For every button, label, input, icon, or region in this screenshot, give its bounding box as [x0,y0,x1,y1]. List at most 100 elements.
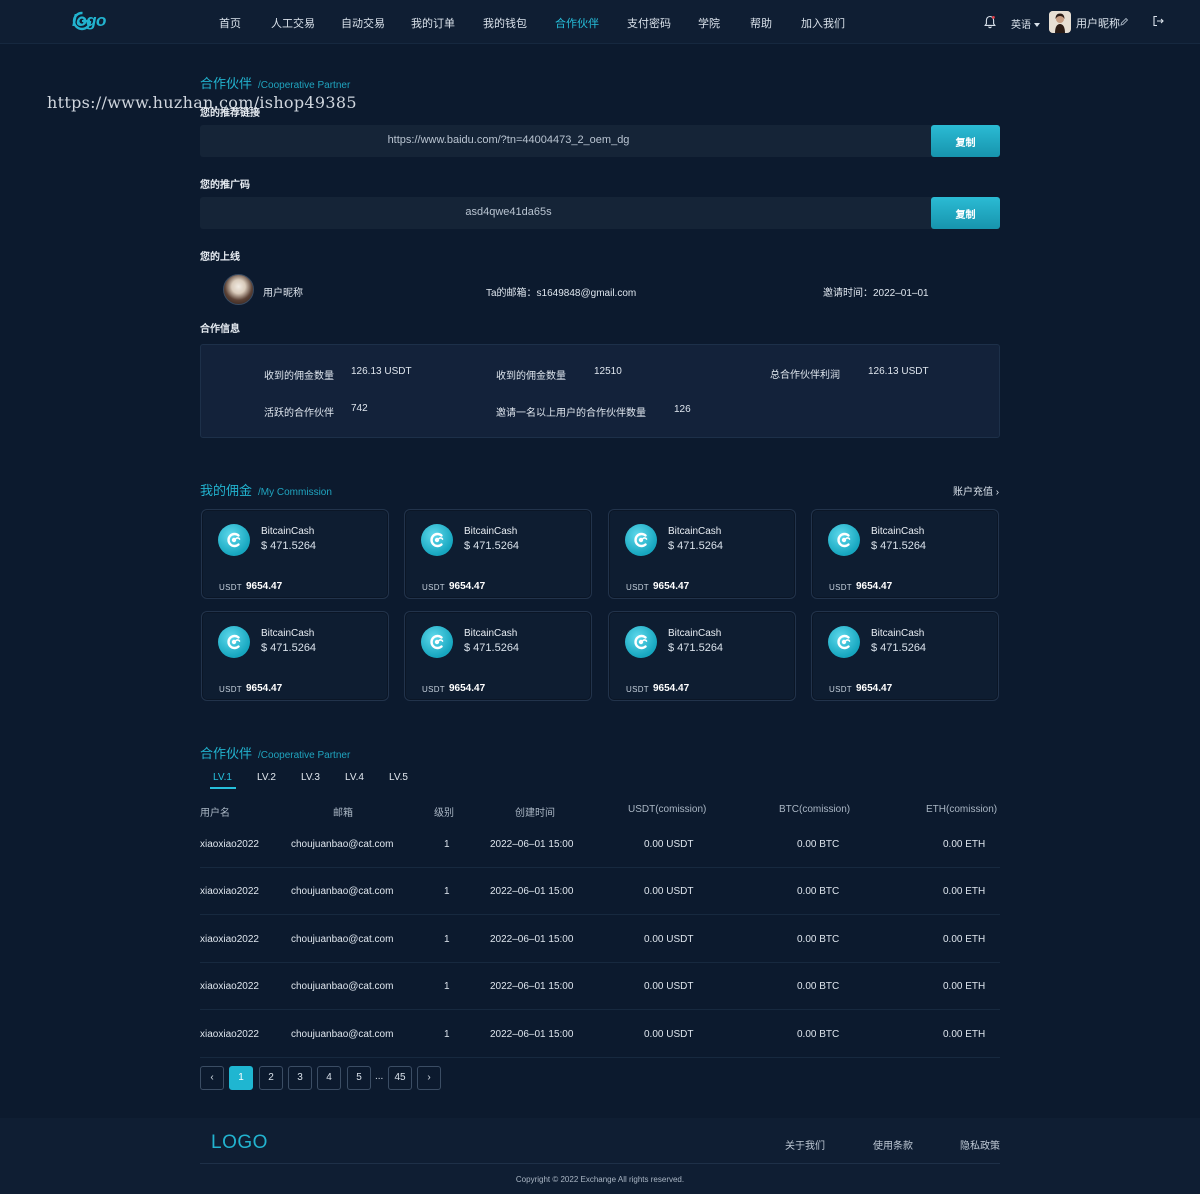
page-1-button[interactable]: 1 [229,1066,253,1090]
coin-name: BitcainCash [261,526,315,537]
site-logo[interactable]: logo [72,11,106,31]
cell-eth: 0.00 ETH [943,981,986,993]
nav-academy[interactable]: 学院 [698,15,720,31]
nav-manual-trade[interactable]: 人工交易 [271,15,315,31]
inviting-partners-value: 126 [674,404,691,415]
coin-price: $ 471.5264 [464,540,520,552]
cell-btc: 0.00 BTC [797,839,840,850]
commission-card[interactable]: BitcainCash $ 471.5264 USDT 9654.47 [201,509,389,599]
received-count-label: 收到的佣金数量 [496,371,566,382]
upline-name: 用户昵称 [263,288,303,299]
nav-join-us[interactable]: 加入我们 [801,15,845,31]
nav-partners[interactable]: 合作伙伴 [555,15,599,31]
nav-home[interactable]: 首页 [219,15,241,31]
tab-lv1[interactable]: LV.1 [213,772,232,783]
coin-amount: 9654.47 [653,581,690,592]
language-select[interactable]: 英语 [1011,16,1040,31]
footer-terms-link[interactable]: 使用条款 [873,1137,913,1152]
tab-lv2[interactable]: LV.2 [257,772,276,783]
received-commission-value: 126.13 USDT [351,366,412,377]
cell-created: 2022–06–01 15:00 [490,886,574,898]
commission-card[interactable]: BitcainCash $ 471.5264 USDT 9654.47 [201,611,389,701]
bitcoin-cash-icon [421,524,453,556]
coin-amount: 9654.47 [449,581,486,592]
cell-level: 1 [444,1028,450,1040]
prev-page-button[interactable]: ‹ [200,1066,224,1090]
footer-privacy-link[interactable]: 隐私政策 [960,1137,1000,1152]
tab-lv5[interactable]: LV.5 [389,772,408,783]
cell-email: choujuanbao@cat.com [291,1028,394,1040]
partner-info-label: 合作信息 [200,324,240,335]
coin-name: BitcainCash [464,526,518,537]
coin-price: $ 471.5264 [871,642,927,654]
commission-card[interactable]: BitcainCash $ 471.5264 USDT 9654.47 [811,509,999,599]
cell-level: 1 [444,981,450,993]
referral-link-value: https://www.baidu.com/?tn=44004473_2_oem… [387,134,630,146]
nav-help[interactable]: 帮助 [750,15,772,31]
copy-link-button[interactable]: 复制 [931,125,1000,157]
table-row: xiaoxiao2022 choujuanbao@cat.com 1 2022–06–… [200,1011,1000,1058]
table-row: xiaoxiao2022 choujuanbao@cat.com 1 2022–06–… [200,868,1000,916]
footer-about-link[interactable]: 关于我们 [785,1137,825,1152]
footer-logo[interactable]: LOGO [211,1132,268,1154]
tab-lv4[interactable]: LV.4 [345,772,364,783]
page-4-button[interactable]: 4 [317,1066,341,1090]
cell-btc: 0.00 BTC [797,1028,840,1040]
nav-pay-password[interactable]: 支付密码 [627,15,671,31]
nav-my-orders[interactable]: 我的订单 [411,15,455,31]
coin-unit: USDT [219,685,242,694]
upline-label: 您的上线 [200,252,240,263]
page-3-button[interactable]: 3 [288,1066,312,1090]
upline-invite-time: 邀请时间：2022–01–01 [823,288,929,299]
tab-lv3[interactable]: LV.3 [301,772,320,783]
nav-my-wallet[interactable]: 我的钱包 [483,15,527,31]
total-profit-value: 126.13 USDT [868,366,929,377]
cell-email: choujuanbao@cat.com [291,839,394,850]
total-profit-label: 总合作伙伴利润 [770,370,840,381]
cell-eth: 0.00 ETH [943,839,986,850]
account-recharge-link[interactable]: 账户充值 › [953,483,999,498]
upline-avatar [223,274,254,305]
cell-created: 2022–06–01 15:00 [490,1028,574,1040]
partner-title-en: /Cooperative Partner [258,80,351,91]
cell-email: choujuanbao@cat.com [291,886,394,898]
footer-divider [200,1163,1000,1164]
page-2-button[interactable]: 2 [259,1066,283,1090]
logo-text: logo [72,11,106,30]
bell-icon[interactable] [984,15,996,29]
commission-card[interactable]: BitcainCash $ 471.5264 USDT 9654.47 [608,509,796,599]
nav-auto-trade[interactable]: 自动交易 [341,15,385,31]
commission-card[interactable]: BitcainCash $ 471.5264 USDT 9654.47 [404,509,592,599]
page-last-button[interactable]: 45 [388,1066,412,1090]
cell-email: choujuanbao@cat.com [291,981,394,993]
bitcoin-cash-icon [218,626,250,658]
col-btc: BTC(comission) [779,804,851,815]
next-page-button[interactable]: › [417,1066,441,1090]
commission-card[interactable]: BitcainCash $ 471.5264 USDT 9654.47 [608,611,796,701]
edit-icon[interactable] [1120,17,1129,26]
chevron-right-icon: › [995,487,1000,498]
cell-usdt: 0.00 USDT [644,1028,694,1040]
top-header: logo 首页 人工交易 自动交易 我的订单 我的钱包 合作伙伴 支付密码 学院… [0,0,1200,44]
coin-name: BitcainCash [261,628,315,639]
coin-price: $ 471.5264 [261,540,317,552]
username[interactable]: 用户昵称 [1076,15,1120,31]
partners-table-title-cn: 合作伙伴 [200,746,253,761]
commission-title-en: /My Commission [258,487,332,498]
coin-amount: 9654.47 [653,683,690,694]
promo-code-label: 您的推广码 [200,180,250,191]
avatar[interactable] [1049,11,1071,33]
inviting-partners-label: 邀请一名以上用户的合作伙伴数量 [496,408,646,419]
referral-link-field[interactable]: https://www.baidu.com/?tn=44004473_2_oem… [200,125,1000,157]
cell-username: xiaoxiao2022 [200,886,259,898]
page-5-button[interactable]: 5 [347,1066,371,1090]
active-partners-value: 742 [351,403,368,414]
cell-username: xiaoxiao2022 [200,1028,259,1040]
col-level: 级别 [434,808,454,819]
commission-card[interactable]: BitcainCash $ 471.5264 USDT 9654.47 [404,611,592,701]
copy-code-button[interactable]: 复制 [931,197,1000,229]
logout-icon[interactable] [1152,15,1164,27]
active-tab-indicator [210,787,236,789]
promo-code-field[interactable]: asd4qwe41da65s 复制 [200,197,1000,229]
commission-card[interactable]: BitcainCash $ 471.5264 USDT 9654.47 [811,611,999,701]
